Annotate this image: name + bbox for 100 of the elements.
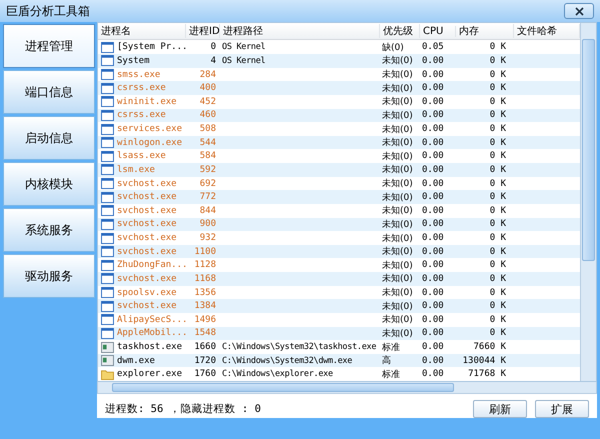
window-icon xyxy=(101,164,114,176)
table-cell-text: 7660 K xyxy=(472,342,507,352)
table-cell-text: 未知(0) xyxy=(381,272,414,286)
column-header[interactable]: 内存 xyxy=(456,24,514,38)
status-text: 进程数: 56 ，隐藏进程数 : 0 xyxy=(105,402,262,416)
window-icon xyxy=(101,314,114,326)
table-cell-text: 0.00 xyxy=(421,342,445,352)
window-icon xyxy=(101,178,114,189)
process-name: lsm.exe xyxy=(117,164,155,175)
column-header[interactable]: 进程名 xyxy=(98,24,186,38)
action-button[interactable]: 刷新 xyxy=(473,400,527,418)
table-cell-text: 508 xyxy=(198,124,217,134)
window-icon xyxy=(101,260,114,271)
table-cell-text: 未知(0) xyxy=(381,96,414,108)
window-icon xyxy=(101,205,114,216)
table-cell-text: 0 K xyxy=(488,301,507,312)
process-name: dwm.exe xyxy=(117,356,155,366)
table-cell-text: 0 K xyxy=(488,233,507,243)
table-cell-text: 标准 xyxy=(381,368,401,381)
table-cell-text: 未知(0) xyxy=(381,232,414,244)
process-name: AppleMobil... xyxy=(117,328,188,338)
table-cell-text: 0 K xyxy=(488,164,507,175)
table-cell-text: 未知(0) xyxy=(381,82,414,95)
table-cell-text: 0.05 xyxy=(421,42,445,52)
table-cell-text: 0 K xyxy=(488,314,507,325)
process-name: svchost.exe xyxy=(117,246,177,257)
table-cell-text: 0.00 xyxy=(421,124,445,134)
sidebar-tab[interactable]: 启动信息 xyxy=(3,116,95,160)
column-header[interactable]: 进程路径 xyxy=(220,24,380,38)
sidebar-tab[interactable]: 端口信息 xyxy=(3,70,95,114)
table-cell-text: 1760 xyxy=(193,369,217,380)
process-name: svchost.exe xyxy=(117,301,177,312)
process-name: svchost.exe xyxy=(117,219,177,230)
table-cell-text: 0 K xyxy=(488,274,507,284)
table-cell-text: 0 K xyxy=(488,96,507,107)
table-cell-text: 844 xyxy=(198,206,217,216)
table-cell-text: 130044 K xyxy=(462,356,507,366)
table-cell-text: 0.00 xyxy=(421,192,445,202)
table-cell-text: 0 K xyxy=(488,42,507,52)
table-cell-text: 未知(0) xyxy=(381,260,414,272)
window-icon xyxy=(101,137,114,148)
table-cell-text: 缺(0) xyxy=(381,42,405,54)
close-button[interactable] xyxy=(564,3,594,19)
table-cell-text: 0.00 xyxy=(421,151,445,162)
table-cell-text: 284 xyxy=(198,70,217,80)
window-icon xyxy=(101,218,114,230)
application-icon xyxy=(101,342,114,352)
vertical-scrollbar[interactable] xyxy=(580,23,596,381)
table-cell-text: 1720 xyxy=(193,356,217,366)
process-name: ZhuDongFan... xyxy=(117,260,188,270)
table-cell-text: 0.00 xyxy=(421,301,445,312)
sidebar-tab[interactable]: 内核模块 xyxy=(3,162,95,206)
window-title: 巨盾分析工具箱 xyxy=(6,2,90,20)
table-cell-text: C:\Windows\System32\taskhost.exe xyxy=(221,342,378,352)
table-cell-text: 544 xyxy=(198,138,217,148)
table-cell-text: 高 xyxy=(381,354,392,368)
table-cell-text: 0.00 xyxy=(421,233,445,243)
process-name: smss.exe xyxy=(117,70,160,80)
process-name: wininit.exe xyxy=(117,96,177,107)
table-cell-text: 未知(0) xyxy=(381,246,414,258)
table-cell-text: 未知(0) xyxy=(381,178,414,190)
table-cell-text: 0.00 xyxy=(421,56,445,66)
action-button[interactable]: 扩展 xyxy=(535,400,589,418)
table-cell-text: 未知(0) xyxy=(381,218,414,231)
table-cell-text: 0.00 xyxy=(421,70,445,80)
table-cell-text: C:\Windows\System32\dwm.exe xyxy=(221,356,354,366)
sidebar-tab[interactable]: 驱动服务 xyxy=(3,254,95,298)
sidebar-tab[interactable]: 系统服务 xyxy=(3,208,95,252)
table-cell-text: 592 xyxy=(198,164,217,175)
window-icon xyxy=(101,82,114,94)
table-cell-text: 460 xyxy=(198,110,217,120)
table-cell-text: 0.00 xyxy=(421,288,445,298)
process-name: svchost.exe xyxy=(117,274,177,284)
table-cell-text: 未知(0) xyxy=(381,300,414,313)
horizontal-scrollbar[interactable] xyxy=(97,382,597,394)
process-name: spoolsv.exe xyxy=(117,288,177,298)
window-icon xyxy=(101,232,114,244)
window-icon xyxy=(101,300,114,312)
table-cell-text: 未知(0) xyxy=(381,110,414,122)
table-cell-text: 0.00 xyxy=(421,206,445,216)
table-cell-text: 0.00 xyxy=(421,138,445,148)
window-icon xyxy=(101,42,114,53)
table-cell-text: 1660 xyxy=(193,342,217,352)
table-cell-text: 1128 xyxy=(193,260,217,270)
table-cell-text: 0.00 xyxy=(421,369,445,380)
table-cell-text: 1100 xyxy=(193,246,217,257)
process-name: svchost.exe xyxy=(117,233,177,243)
table-cell-text: 0.00 xyxy=(421,314,445,325)
sidebar-tab[interactable]: 进程管理 xyxy=(3,24,95,68)
process-name: winlogon.exe xyxy=(117,138,182,148)
process-name: [System Pr... xyxy=(117,42,188,52)
column-header[interactable]: CPU xyxy=(420,26,456,37)
table-cell-text: 0 K xyxy=(488,192,507,202)
column-header[interactable]: 进程ID xyxy=(186,24,220,38)
table-cell-text: 未知(0) xyxy=(381,192,414,204)
column-header[interactable]: 优先级 xyxy=(380,24,420,38)
process-name: svchost.exe xyxy=(117,206,177,216)
process-name: csrss.exe xyxy=(117,83,166,94)
table-cell-text: 0 K xyxy=(488,151,507,162)
table-cell-text: 0.00 xyxy=(421,274,445,284)
